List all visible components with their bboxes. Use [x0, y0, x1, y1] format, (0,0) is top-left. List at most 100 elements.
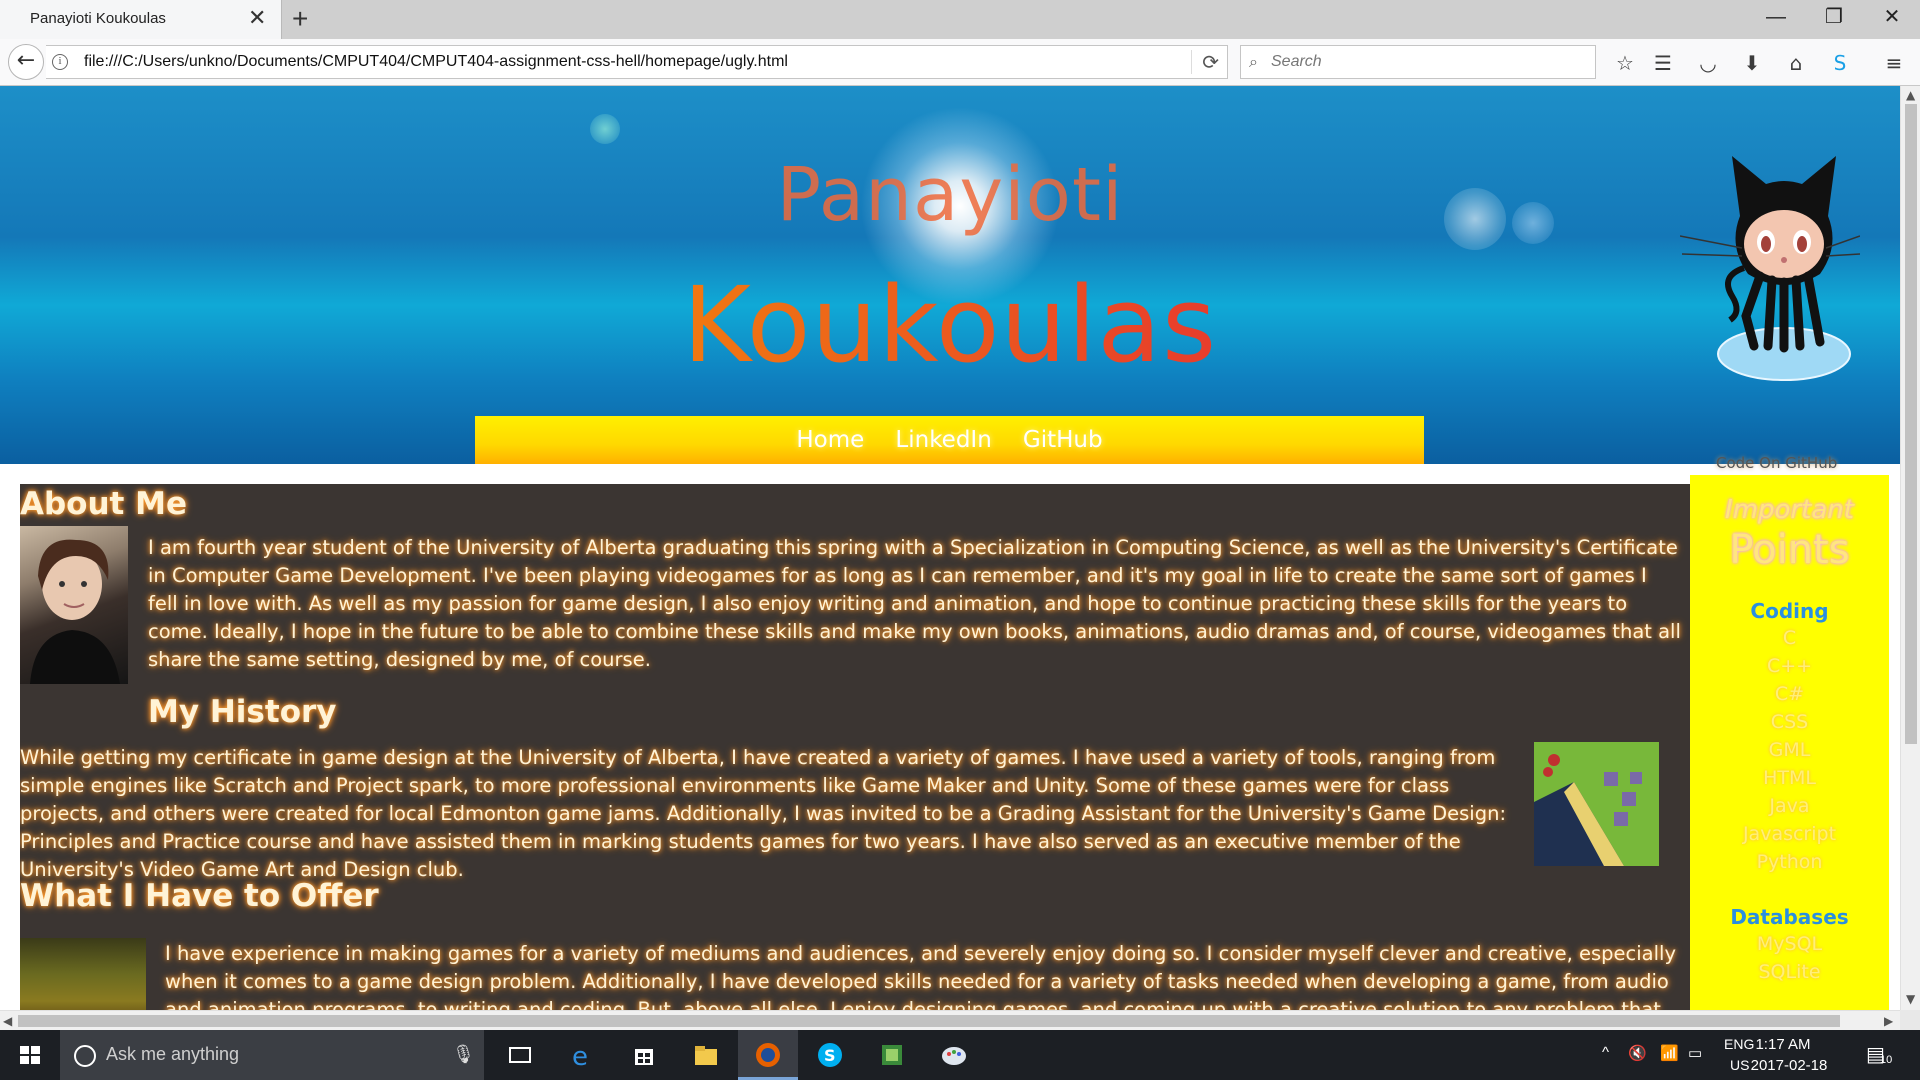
- coding-item: C#: [1774, 683, 1805, 705]
- info-icon[interactable]: i: [52, 54, 68, 70]
- clock-date[interactable]: 2017-02-18: [1748, 1057, 1830, 1074]
- edge-icon: e: [572, 1042, 588, 1069]
- scroll-down-icon[interactable]: ▼: [1906, 992, 1915, 1006]
- offer-heading: What I Have to Offer: [20, 878, 379, 914]
- coding-item: CSS: [1770, 711, 1809, 733]
- horizontal-scrollbar[interactable]: ◀ ▶: [0, 1010, 1900, 1030]
- paint-icon: [942, 1047, 966, 1065]
- tray-chevron-icon[interactable]: ^: [1602, 1044, 1609, 1061]
- game-app-icon: [882, 1045, 902, 1065]
- cortana-search-box[interactable]: Ask me anything 🎙: [60, 1030, 484, 1080]
- download-icon[interactable]: ⬇: [1738, 49, 1766, 77]
- taskbar-store[interactable]: [614, 1030, 674, 1080]
- bookmark-star-icon[interactable]: ☆: [1611, 49, 1639, 77]
- tab-strip: Panayioti Koukoulas ✕ + — ❐ ✕: [0, 0, 1920, 39]
- notification-count: 10: [1880, 1054, 1893, 1066]
- cortana-icon: [74, 1045, 96, 1067]
- task-view-button[interactable]: [490, 1030, 550, 1080]
- browser-tab[interactable]: Panayioti Koukoulas ✕: [0, 0, 282, 39]
- nav-github-link[interactable]: GitHub: [1023, 416, 1103, 464]
- url-text[interactable]: file:///C:/Users/unkno/Documents/CMPUT40…: [84, 53, 788, 71]
- search-placeholder: Search: [1271, 53, 1322, 70]
- taskbar-paint[interactable]: [924, 1030, 984, 1080]
- nav-linkedin-link[interactable]: LinkedIn: [895, 416, 991, 464]
- coding-item: HTML: [1763, 767, 1816, 789]
- coding-item: GML: [1768, 739, 1811, 761]
- taskbar-game-app[interactable]: [862, 1030, 922, 1080]
- svg-text:e: e: [572, 1042, 588, 1069]
- arrow-left-icon: ←: [16, 48, 36, 73]
- tab-close-icon[interactable]: ✕: [248, 6, 266, 32]
- horizontal-scroll-thumb[interactable]: [18, 1015, 1840, 1027]
- offer-text: I have experience in making games for a …: [165, 942, 1676, 1010]
- game-screenshot: [1534, 742, 1659, 866]
- first-name-heading: Panayioti: [776, 152, 1124, 238]
- taskbar-edge[interactable]: e: [552, 1030, 612, 1080]
- person-icon: [30, 539, 120, 684]
- taskbar-skype[interactable]: S: [800, 1030, 860, 1080]
- skype-icon[interactable]: S: [1826, 49, 1854, 77]
- url-bar[interactable]: i file:///C:/Users/unkno/Documents/CMPUT…: [46, 45, 1228, 79]
- taskbar: Ask me anything 🎙 e S ^ 🔇 📶 ▭ ENG US 1:1…: [0, 1030, 1920, 1080]
- home-icon[interactable]: ⌂: [1782, 49, 1810, 77]
- store-icon: [635, 1049, 653, 1065]
- search-input[interactable]: ⌕ Search: [1240, 45, 1596, 79]
- svg-text:S: S: [824, 1046, 836, 1065]
- reload-icon[interactable]: ⟳: [1191, 50, 1219, 74]
- start-button[interactable]: [0, 1030, 60, 1080]
- reading-list-icon[interactable]: ☰: [1649, 49, 1677, 77]
- nav-toolbar: ← i file:///C:/Users/unkno/Documents/CMP…: [0, 39, 1920, 86]
- octocat-icon[interactable]: [1680, 136, 1860, 386]
- coding-item: C++: [1766, 655, 1813, 677]
- scroll-left-icon[interactable]: ◀: [3, 1014, 12, 1028]
- region-indicator[interactable]: US: [1730, 1057, 1749, 1073]
- microphone-icon[interactable]: 🎙: [452, 1044, 475, 1065]
- scroll-right-icon[interactable]: ▶: [1884, 1014, 1893, 1028]
- folder-icon: [695, 1046, 717, 1065]
- vertical-scrollbar[interactable]: ▲ ▼: [1900, 86, 1920, 1010]
- history-heading: My History: [148, 694, 337, 730]
- vertical-scroll-thumb[interactable]: [1905, 104, 1917, 744]
- volume-muted-icon[interactable]: 🔇: [1628, 1044, 1647, 1062]
- cortana-placeholder: Ask me anything: [106, 1044, 240, 1064]
- coding-item: C: [1782, 627, 1797, 649]
- firefox-icon: [756, 1043, 780, 1067]
- history-text: While getting my certificate in game des…: [20, 746, 1507, 881]
- databases-heading: Databases: [1730, 905, 1849, 929]
- main-content: About Me I am fourth year student of the…: [20, 484, 1690, 1010]
- maximize-button[interactable]: ❐: [1812, 0, 1856, 34]
- battery-icon[interactable]: ▭: [1688, 1044, 1702, 1062]
- menu-icon[interactable]: ≡: [1880, 49, 1908, 77]
- search-icon: ⌕: [1249, 52, 1258, 71]
- database-item: MySQL: [1756, 933, 1823, 955]
- site-nav: Home LinkedIn GitHub: [475, 416, 1424, 464]
- octocat-caption[interactable]: Code On GitHub: [1716, 454, 1837, 472]
- minimize-button[interactable]: —: [1754, 0, 1798, 34]
- taskbar-file-explorer[interactable]: [676, 1030, 736, 1080]
- nav-home-link[interactable]: Home: [796, 416, 864, 464]
- profile-photo: [20, 526, 128, 684]
- close-window-button[interactable]: ✕: [1870, 0, 1914, 34]
- database-item: SQLite: [1758, 961, 1821, 983]
- page-viewport: Panayioti Koukoulas Home LinkedIn GitHub…: [0, 86, 1900, 1010]
- game-map-icon: [1534, 742, 1659, 866]
- scrollbar-corner: [1900, 1010, 1920, 1030]
- action-center-button[interactable]: ▤ 10: [1866, 1042, 1896, 1070]
- task-view-icon: [509, 1047, 531, 1063]
- new-tab-button[interactable]: +: [292, 2, 308, 36]
- taskbar-firefox[interactable]: [738, 1030, 798, 1080]
- pocket-icon[interactable]: ◡: [1694, 49, 1722, 77]
- about-heading: About Me: [20, 486, 188, 522]
- coding-item: Python: [1756, 851, 1823, 873]
- sidebar-title-line2: Points: [1729, 527, 1850, 573]
- clock-time[interactable]: 1:17 AM: [1748, 1036, 1818, 1053]
- important-points-sidebar: Important Points Coding C C++ C# CSS GML…: [1690, 475, 1889, 1010]
- lens-flare: [590, 114, 620, 144]
- tab-title: Panayioti Koukoulas: [30, 10, 166, 27]
- network-icon[interactable]: 📶: [1660, 1044, 1679, 1062]
- offer-image: [20, 938, 146, 1010]
- last-name-heading: Koukoulas: [0, 264, 1900, 386]
- coding-item: Javascript: [1742, 823, 1837, 845]
- back-button[interactable]: ←: [8, 44, 44, 80]
- scroll-up-icon[interactable]: ▲: [1906, 88, 1915, 102]
